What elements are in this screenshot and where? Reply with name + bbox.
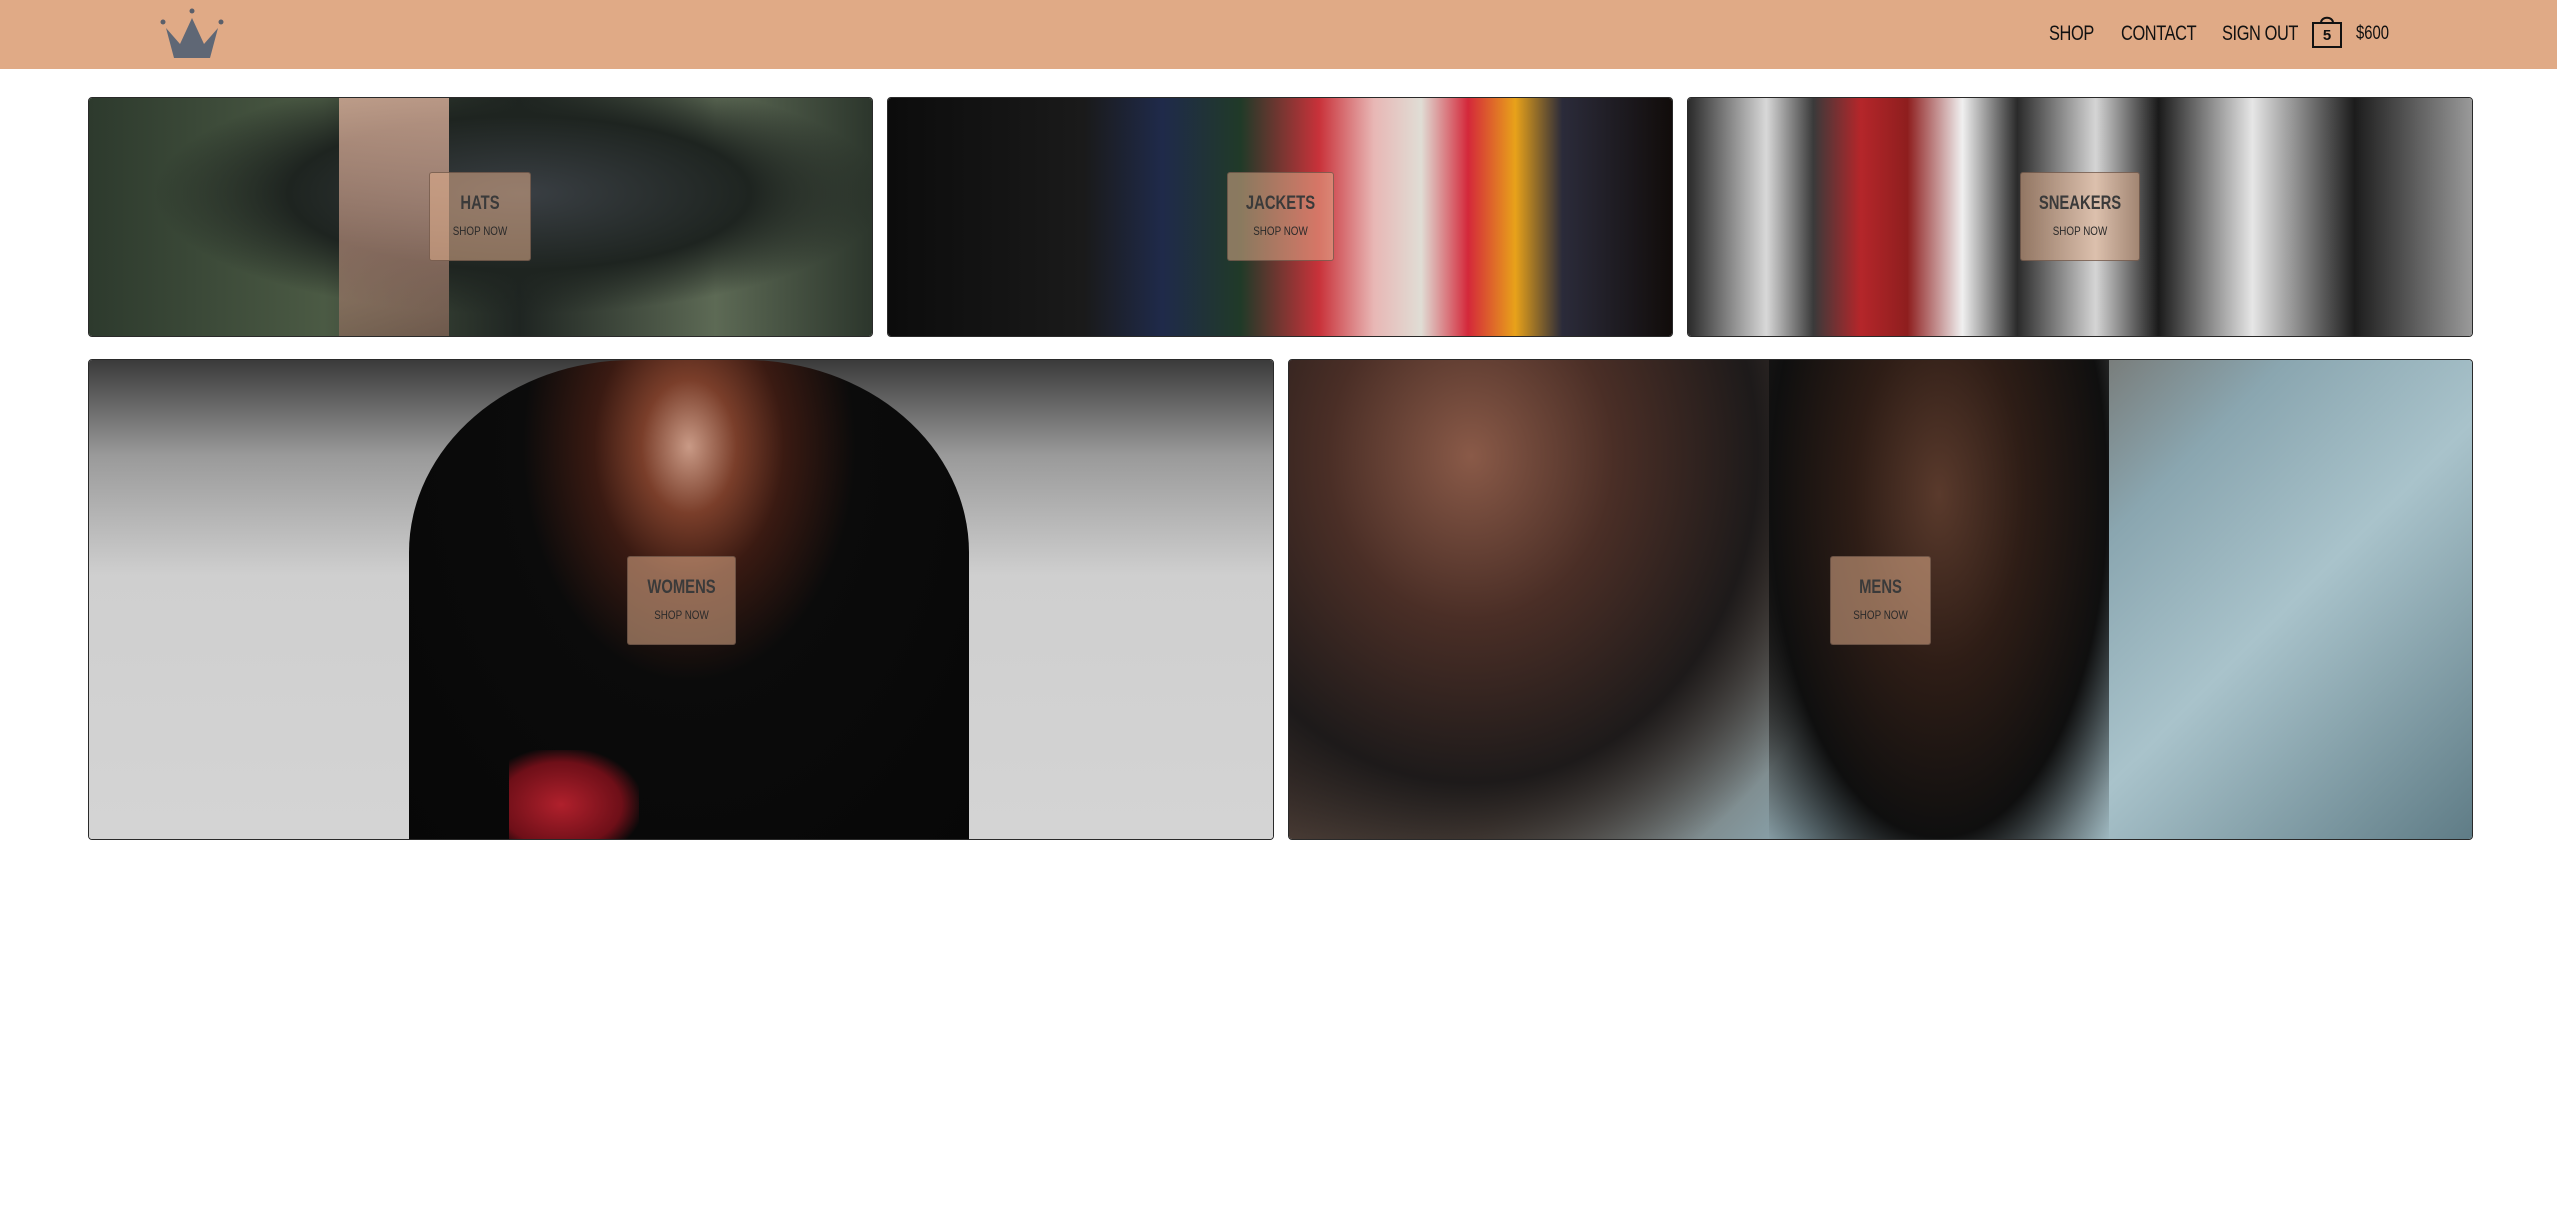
cart-count: 5: [2322, 27, 2332, 44]
nav-shop-link[interactable]: SHOP: [2049, 21, 2094, 47]
shop-now-link[interactable]: SHOP NOW: [2032, 224, 2129, 238]
category-tile-sneakers[interactable]: SNEAKERS SHOP NOW: [1687, 97, 2473, 337]
category-title: SNEAKERS: [2038, 193, 2122, 214]
crown-icon[interactable]: [158, 8, 226, 60]
category-tile-womens[interactable]: WOMENS SHOP NOW: [88, 359, 1274, 840]
category-overlay[interactable]: JACKETS SHOP NOW: [1227, 172, 1334, 261]
category-overlay[interactable]: WOMENS SHOP NOW: [627, 556, 736, 645]
category-title: HATS: [460, 193, 500, 214]
category-overlay[interactable]: HATS SHOP NOW: [429, 172, 531, 261]
hand-image: [1289, 360, 1809, 839]
man-image: [1769, 360, 2109, 839]
rose-graphic-image: [509, 750, 639, 839]
category-overlay[interactable]: SNEAKERS SHOP NOW: [2020, 172, 2140, 261]
header: SHOP CONTACT SIGN OUT 5 $600: [0, 0, 2557, 69]
category-overlay[interactable]: MENS SHOP NOW: [1830, 556, 1931, 645]
shop-now-link[interactable]: SHOP NOW: [638, 608, 726, 622]
shopping-bag-icon[interactable]: 5: [2311, 13, 2343, 49]
category-title: JACKETS: [1245, 193, 1316, 214]
nav-contact-link[interactable]: CONTACT: [2121, 21, 2197, 47]
nav-sign-out-link[interactable]: SIGN OUT: [2222, 21, 2298, 47]
shop-now-link[interactable]: SHOP NOW: [1840, 608, 1921, 622]
category-title: MENS: [1859, 577, 1902, 598]
shop-now-link[interactable]: SHOP NOW: [439, 224, 521, 238]
category-tile-hats[interactable]: HATS SHOP NOW: [88, 97, 873, 337]
category-tile-mens[interactable]: MENS SHOP NOW: [1288, 359, 2473, 840]
shop-now-link[interactable]: SHOP NOW: [1237, 224, 1323, 238]
category-title: WOMENS: [647, 577, 716, 598]
cart-total: $600: [2356, 23, 2389, 44]
category-tile-jackets[interactable]: JACKETS SHOP NOW: [887, 97, 1673, 337]
